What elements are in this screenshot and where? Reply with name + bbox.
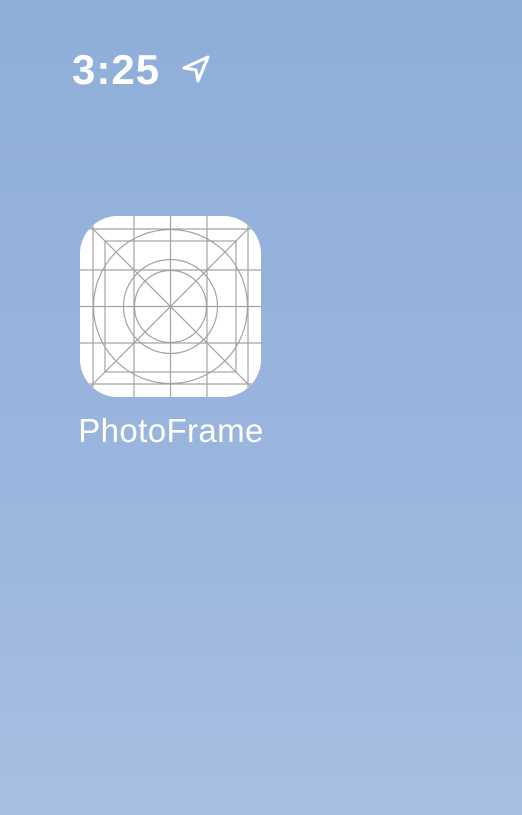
status-bar: 3:25	[0, 0, 522, 100]
app-template-grid-icon	[80, 216, 261, 397]
status-time: 3:25	[72, 46, 161, 93]
location-arrow-icon	[182, 55, 210, 83]
photoframe-app-icon[interactable]	[80, 216, 261, 397]
photoframe-app-label: PhotoFrame	[78, 412, 264, 449]
photoframe-app[interactable]: PhotoFrame	[58, 208, 284, 458]
